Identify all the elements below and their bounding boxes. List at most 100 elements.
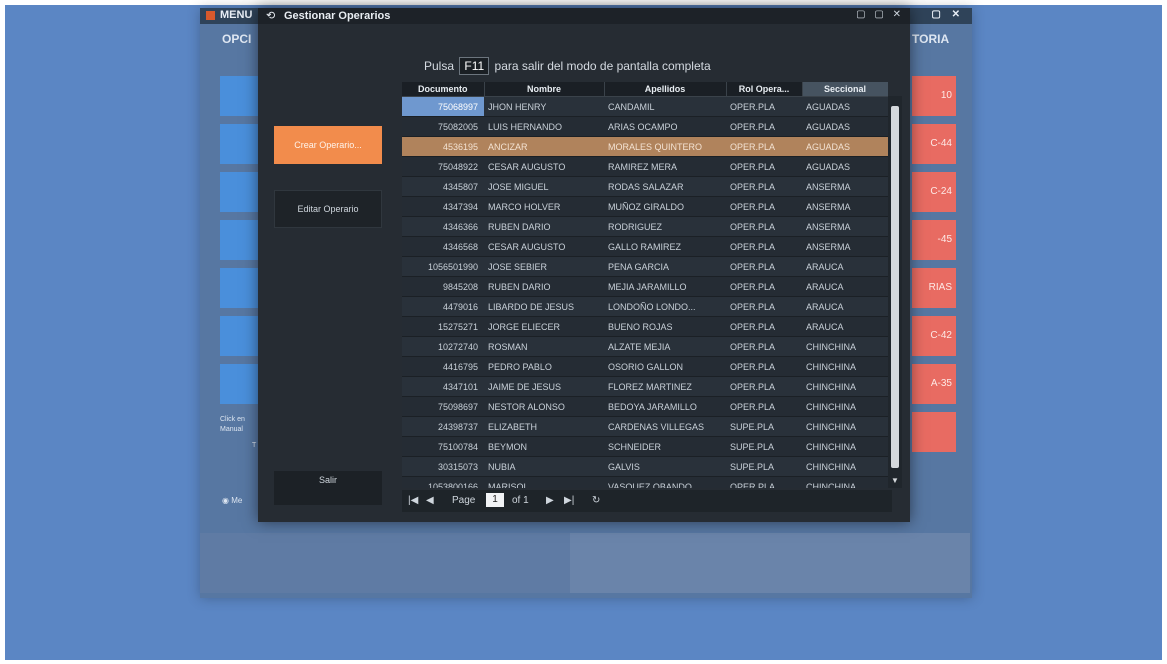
table-cell[interactable]: 24398737 [402,416,484,437]
table-cell[interactable]: OPER.PLA [726,296,802,317]
table-cell[interactable]: MEJIA JARAMILLO [604,276,726,297]
table-row[interactable]: 4416795 PEDRO PABLO OSORIO GALLON OPER.PLA C… [402,356,888,377]
table-cell[interactable]: JHON HENRY [484,96,604,117]
table-cell[interactable]: 4345807 [402,176,484,197]
table-cell[interactable]: JOSE SEBIER [484,256,604,277]
table-cell[interactable]: JOSE MIGUEL [484,176,604,197]
table-cell[interactable]: OPER.PLA [726,356,802,377]
table-cell[interactable]: OPER.PLA [726,236,802,257]
column-header[interactable]: Nombre [484,82,605,97]
table-cell[interactable]: OPER.PLA [726,176,802,197]
table-cell[interactable]: 75068997 [402,96,484,117]
table-cell[interactable]: ROSMAN [484,336,604,357]
table-cell[interactable]: RUBEN DARIO [484,276,604,297]
table-row[interactable]: 4345807 JOSE MIGUEL RODAS SALAZAR OPER.PLA A… [402,176,888,197]
table-cell[interactable]: OPER.PLA [726,116,802,137]
table-cell[interactable]: ANSERMA [802,196,888,217]
table-cell[interactable]: OPER.PLA [726,276,802,297]
menu-tile-button[interactable] [220,364,260,404]
report-button[interactable] [912,412,956,452]
table-cell[interactable]: CARDENAS VILLEGAS [604,416,726,437]
table-row[interactable]: 24398737 ELIZABETH CARDENAS VILLEGAS SUPE.P… [402,416,888,437]
table-cell[interactable]: OPER.PLA [726,376,802,397]
table-row[interactable]: 4346366 RUBEN DARIO RODRIGUEZ OPER.PLA ANSER… [402,216,888,237]
table-cell[interactable]: MARCO HOLVER [484,196,604,217]
table-cell[interactable]: 30315073 [402,456,484,477]
table-cell[interactable]: OPER.PLA [726,136,802,157]
table-cell[interactable]: SUPE.PLA [726,416,802,437]
table-cell[interactable]: 1053800166 [402,476,484,488]
table-cell[interactable]: OSORIO GALLON [604,356,726,377]
table-cell[interactable]: MARISOL [484,476,604,488]
first-page-icon[interactable]: |◀ [408,495,418,506]
table-cell[interactable]: VASQUEZ OBANDO [604,476,726,488]
report-button[interactable]: C-42 [912,316,956,356]
report-button[interactable]: RIAS [912,268,956,308]
table-cell[interactable]: AGUADAS [802,116,888,137]
table-cell[interactable]: CHINCHINA [802,356,888,377]
window-controls-icon[interactable]: ▢ ▢ ✕ [856,9,904,20]
table-cell[interactable]: 4479016 [402,296,484,317]
table-row[interactable]: 75100784 BEYMON SCHNEIDER SUPE.PLA CHINCHINA [402,436,888,457]
column-header[interactable]: Rol Opera... [726,82,803,97]
table-cell[interactable]: ANSERMA [802,176,888,197]
table-cell[interactable]: ARAUCA [802,296,888,317]
table-cell[interactable]: NUBIA [484,456,604,477]
table-row[interactable]: 10272740 ROSMAN ALZATE MEJIA OPER.PLA CHINCH… [402,336,888,357]
table-cell[interactable]: FLOREZ MARTINEZ [604,376,726,397]
table-cell[interactable]: CESAR AUGUSTO [484,156,604,177]
table-cell[interactable]: 75048922 [402,156,484,177]
table-cell[interactable]: LIBARDO DE JESUS [484,296,604,317]
exit-button[interactable]: Salir [274,471,382,505]
table-row[interactable]: 1056501990 JOSE SEBIER PENA GARCIA OPER.PLA… [402,256,888,277]
table-row[interactable]: 4347394 MARCO HOLVER MUÑOZ GIRALDO OPER.PLA… [402,196,888,217]
menu-tile-button[interactable] [220,220,260,260]
table-row[interactable]: 30315073 NUBIA GALVIS SUPE.PLA CHINCHINA [402,456,888,477]
table-cell[interactable]: MUÑOZ GIRALDO [604,196,726,217]
report-button[interactable]: C-24 [912,172,956,212]
report-button[interactable]: -45 [912,220,956,260]
table-cell[interactable]: OPER.PLA [726,156,802,177]
table-cell[interactable]: CHINCHINA [802,336,888,357]
column-header[interactable]: Apellidos [604,82,727,97]
table-cell[interactable]: LUIS HERNANDO [484,116,604,137]
table-cell[interactable]: ALZATE MEJIA [604,336,726,357]
table-cell[interactable]: CESAR AUGUSTO [484,236,604,257]
table-cell[interactable]: 75082005 [402,116,484,137]
column-header[interactable]: Seccional [802,82,888,97]
table-row[interactable]: 75082005 LUIS HERNANDO ARIAS OCAMPO OPER.PL… [402,116,888,137]
table-cell[interactable]: AGUADAS [802,136,888,157]
table-cell[interactable]: 9845208 [402,276,484,297]
table-cell[interactable]: RAMIREZ MERA [604,156,726,177]
table-cell[interactable]: ARIAS OCAMPO [604,116,726,137]
radio-option[interactable]: ◉ Me [222,496,242,505]
report-button[interactable]: A-35 [912,364,956,404]
table-cell[interactable]: 75098697 [402,396,484,417]
table-row[interactable]: 75098697 NESTOR ALONSO BEDOYA JARAMILLO OPE… [402,396,888,417]
table-row[interactable]: 75048922 CESAR AUGUSTO RAMIREZ MERA OPER.PL… [402,156,888,177]
menu-tile-button[interactable] [220,124,260,164]
table-cell[interactable]: LONDOÑO LONDO... [604,296,726,317]
table-row[interactable]: 75068997 JHON HENRY CANDAMIL OPER.PLA AGUADA… [402,96,888,117]
table-cell[interactable]: OPER.PLA [726,476,802,488]
table-cell[interactable]: RUBEN DARIO [484,216,604,237]
column-header[interactable]: Documento [402,82,485,97]
last-page-icon[interactable]: ▶| [564,495,574,506]
table-cell[interactable]: 15275271 [402,316,484,337]
table-cell[interactable]: NESTOR ALONSO [484,396,604,417]
table-cell[interactable]: 4347394 [402,196,484,217]
table-cell[interactable]: CANDAMIL [604,96,726,117]
refresh-icon[interactable]: ↻ [592,495,600,506]
table-row[interactable]: 4347101 JAIME DE JESUS FLOREZ MARTINEZ OPER… [402,376,888,397]
create-operator-button[interactable]: Crear Operario... [274,126,382,164]
table-row[interactable]: 9845208 RUBEN DARIO MEJIA JARAMILLO OPER.PL… [402,276,888,297]
table-cell[interactable]: 4536195 [402,136,484,157]
table-cell[interactable]: OPER.PLA [726,316,802,337]
table-cell[interactable]: ARAUCA [802,276,888,297]
table-cell[interactable]: ARAUCA [802,316,888,337]
table-cell[interactable]: 4346568 [402,236,484,257]
table-cell[interactable]: CHINCHINA [802,436,888,457]
table-row[interactable]: 4536195 ANCIZAR MORALES QUINTERO OPER.PLA AG… [402,136,888,157]
table-cell[interactable]: OPER.PLA [726,196,802,217]
table-cell[interactable]: AGUADAS [802,96,888,117]
